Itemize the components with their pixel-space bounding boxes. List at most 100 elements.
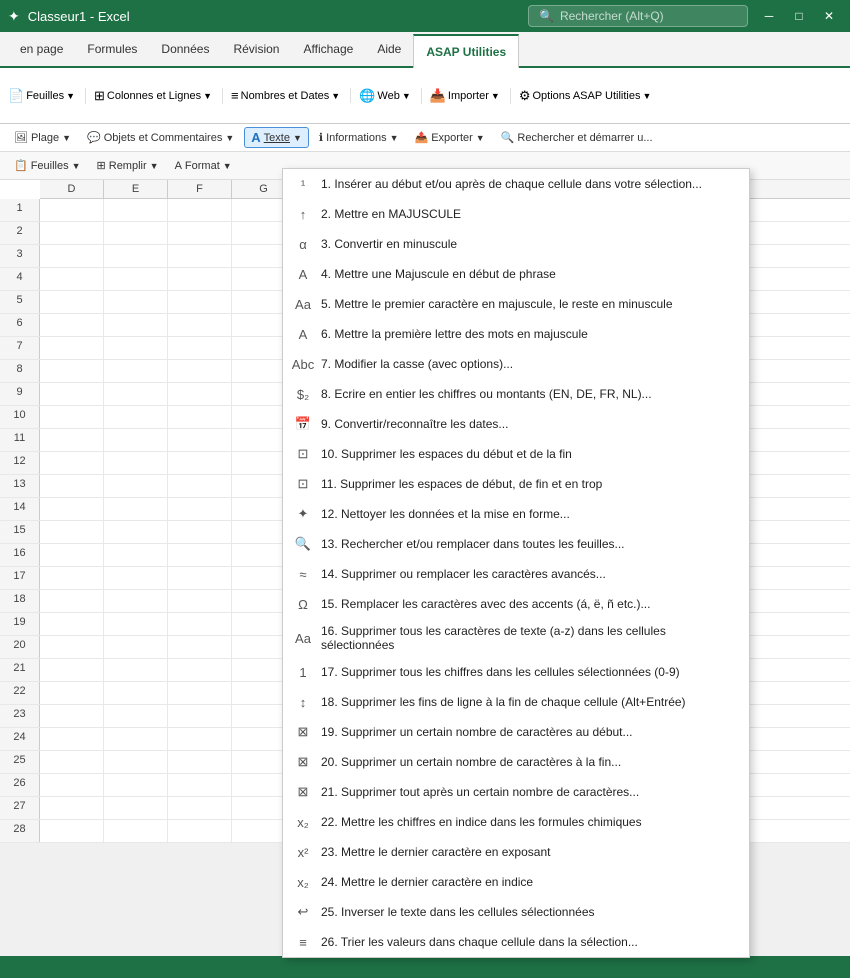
cell[interactable] <box>104 406 168 428</box>
menu-item[interactable]: 117. Supprimer tous les chiffres dans le… <box>283 657 749 687</box>
close-button[interactable]: ✕ <box>816 3 842 29</box>
cell[interactable] <box>40 222 104 244</box>
menu-item[interactable]: A4. Mettre une Majuscule en début de phr… <box>283 259 749 289</box>
cell[interactable] <box>168 222 232 244</box>
tab-affichage[interactable]: Affichage <box>291 32 365 66</box>
cell[interactable] <box>104 291 168 313</box>
cell[interactable] <box>168 659 232 681</box>
cell[interactable] <box>168 383 232 405</box>
cell[interactable] <box>168 682 232 704</box>
cell[interactable] <box>168 774 232 796</box>
importer-btn[interactable]: 📥 Importer ▼ <box>430 88 511 104</box>
cell[interactable] <box>104 797 168 819</box>
cell[interactable] <box>40 682 104 704</box>
cell[interactable] <box>168 567 232 589</box>
tab-formules[interactable]: Formules <box>75 32 149 66</box>
menu-item[interactable]: Aa16. Supprimer tous les caractères de t… <box>283 619 749 657</box>
cell[interactable] <box>168 314 232 336</box>
cell[interactable] <box>104 567 168 589</box>
cell[interactable] <box>168 544 232 566</box>
cell[interactable] <box>168 613 232 635</box>
tab-en-page[interactable]: en page <box>8 32 75 66</box>
cell[interactable] <box>40 498 104 520</box>
tab-aide[interactable]: Aide <box>365 32 413 66</box>
cell[interactable] <box>168 406 232 428</box>
cell[interactable] <box>168 590 232 612</box>
cell[interactable] <box>40 406 104 428</box>
cell[interactable] <box>40 567 104 589</box>
cell[interactable] <box>40 613 104 635</box>
cell[interactable] <box>104 590 168 612</box>
cell[interactable] <box>40 383 104 405</box>
menu-item[interactable]: x²23. Mettre le dernier caractère en exp… <box>283 837 749 867</box>
menu-item[interactable]: ≈14. Supprimer ou remplacer les caractèr… <box>283 559 749 589</box>
minimize-button[interactable]: ─ <box>756 3 782 29</box>
rechercher-btn[interactable]: 🔍 Rechercher et démarrer u... <box>495 129 659 146</box>
cell[interactable] <box>168 199 232 221</box>
colonnes-lignes-btn[interactable]: ⊞ Colonnes et Lignes ▼ <box>94 88 223 104</box>
cell[interactable] <box>40 797 104 819</box>
cell[interactable] <box>40 659 104 681</box>
cell[interactable] <box>168 797 232 819</box>
menu-item[interactable]: ⊡11. Supprimer les espaces de début, de … <box>283 469 749 499</box>
cell[interactable] <box>104 521 168 543</box>
cell[interactable] <box>104 751 168 773</box>
cell[interactable] <box>168 268 232 290</box>
options-asap-btn[interactable]: ⚙ Options ASAP Utilities ▼ <box>519 88 652 104</box>
cell[interactable] <box>40 636 104 658</box>
cell[interactable] <box>104 222 168 244</box>
objets-commentaires-btn[interactable]: 💬 Objets et Commentaires ▼ <box>81 129 240 146</box>
cell[interactable] <box>104 360 168 382</box>
menu-item[interactable]: ⊡10. Supprimer les espaces du début et d… <box>283 439 749 469</box>
cell[interactable] <box>40 475 104 497</box>
remplir-btn[interactable]: ⊞ Remplir ▼ <box>91 157 165 174</box>
menu-item[interactable]: Aa5. Mettre le premier caractère en maju… <box>283 289 749 319</box>
cell[interactable] <box>40 820 104 842</box>
texte-btn[interactable]: A Texte ▼ <box>244 127 309 148</box>
menu-item[interactable]: Ω15. Remplacer les caractères avec des a… <box>283 589 749 619</box>
menu-item[interactable]: $₂8. Ecrire en entier les chiffres ou mo… <box>283 379 749 409</box>
cell[interactable] <box>40 452 104 474</box>
menu-item[interactable]: x₂24. Mettre le dernier caractère en ind… <box>283 867 749 897</box>
cell[interactable] <box>104 659 168 681</box>
plage-btn[interactable]: 🖼 Plage ▼ <box>8 129 77 146</box>
tab-donnees[interactable]: Données <box>149 32 221 66</box>
informations-btn[interactable]: ℹ Informations ▼ <box>313 129 405 146</box>
cell[interactable] <box>104 475 168 497</box>
cell[interactable] <box>168 705 232 727</box>
nombres-dates-btn[interactable]: ≡ Nombres et Dates ▼ <box>231 88 351 103</box>
menu-item[interactable]: x₂22. Mettre les chiffres en indice dans… <box>283 807 749 837</box>
menu-item[interactable]: ≡26. Trier les valeurs dans chaque cellu… <box>283 927 749 957</box>
cell[interactable] <box>104 452 168 474</box>
tab-revision[interactable]: Révision <box>221 32 291 66</box>
cell[interactable] <box>104 314 168 336</box>
cell[interactable] <box>168 820 232 842</box>
menu-item[interactable]: Abc7. Modifier la casse (avec options)..… <box>283 349 749 379</box>
cell[interactable] <box>104 429 168 451</box>
cell[interactable] <box>104 337 168 359</box>
cell[interactable] <box>104 774 168 796</box>
cell[interactable] <box>40 774 104 796</box>
cell[interactable] <box>168 728 232 750</box>
cell[interactable] <box>168 475 232 497</box>
menu-item[interactable]: 📅9. Convertir/reconnaître les dates... <box>283 409 749 439</box>
cell[interactable] <box>168 291 232 313</box>
menu-item[interactable]: ↕18. Supprimer les fins de ligne à la fi… <box>283 687 749 717</box>
menu-item[interactable]: ↩25. Inverser le texte dans les cellules… <box>283 897 749 927</box>
menu-item[interactable]: ⊠19. Supprimer un certain nombre de cara… <box>283 717 749 747</box>
cell[interactable] <box>104 613 168 635</box>
menu-item[interactable]: 🔍13. Rechercher et/ou remplacer dans tou… <box>283 529 749 559</box>
cell[interactable] <box>40 245 104 267</box>
cell[interactable] <box>40 705 104 727</box>
feuilles-btn2[interactable]: 📋 Feuilles ▼ <box>8 157 87 174</box>
cell[interactable] <box>40 544 104 566</box>
cell[interactable] <box>168 751 232 773</box>
cell[interactable] <box>168 337 232 359</box>
cell[interactable] <box>40 314 104 336</box>
cell[interactable] <box>168 498 232 520</box>
cell[interactable] <box>168 636 232 658</box>
maximize-button[interactable]: □ <box>786 3 812 29</box>
cell[interactable] <box>104 498 168 520</box>
cell[interactable] <box>40 728 104 750</box>
menu-item[interactable]: ⊠20. Supprimer un certain nombre de cara… <box>283 747 749 777</box>
